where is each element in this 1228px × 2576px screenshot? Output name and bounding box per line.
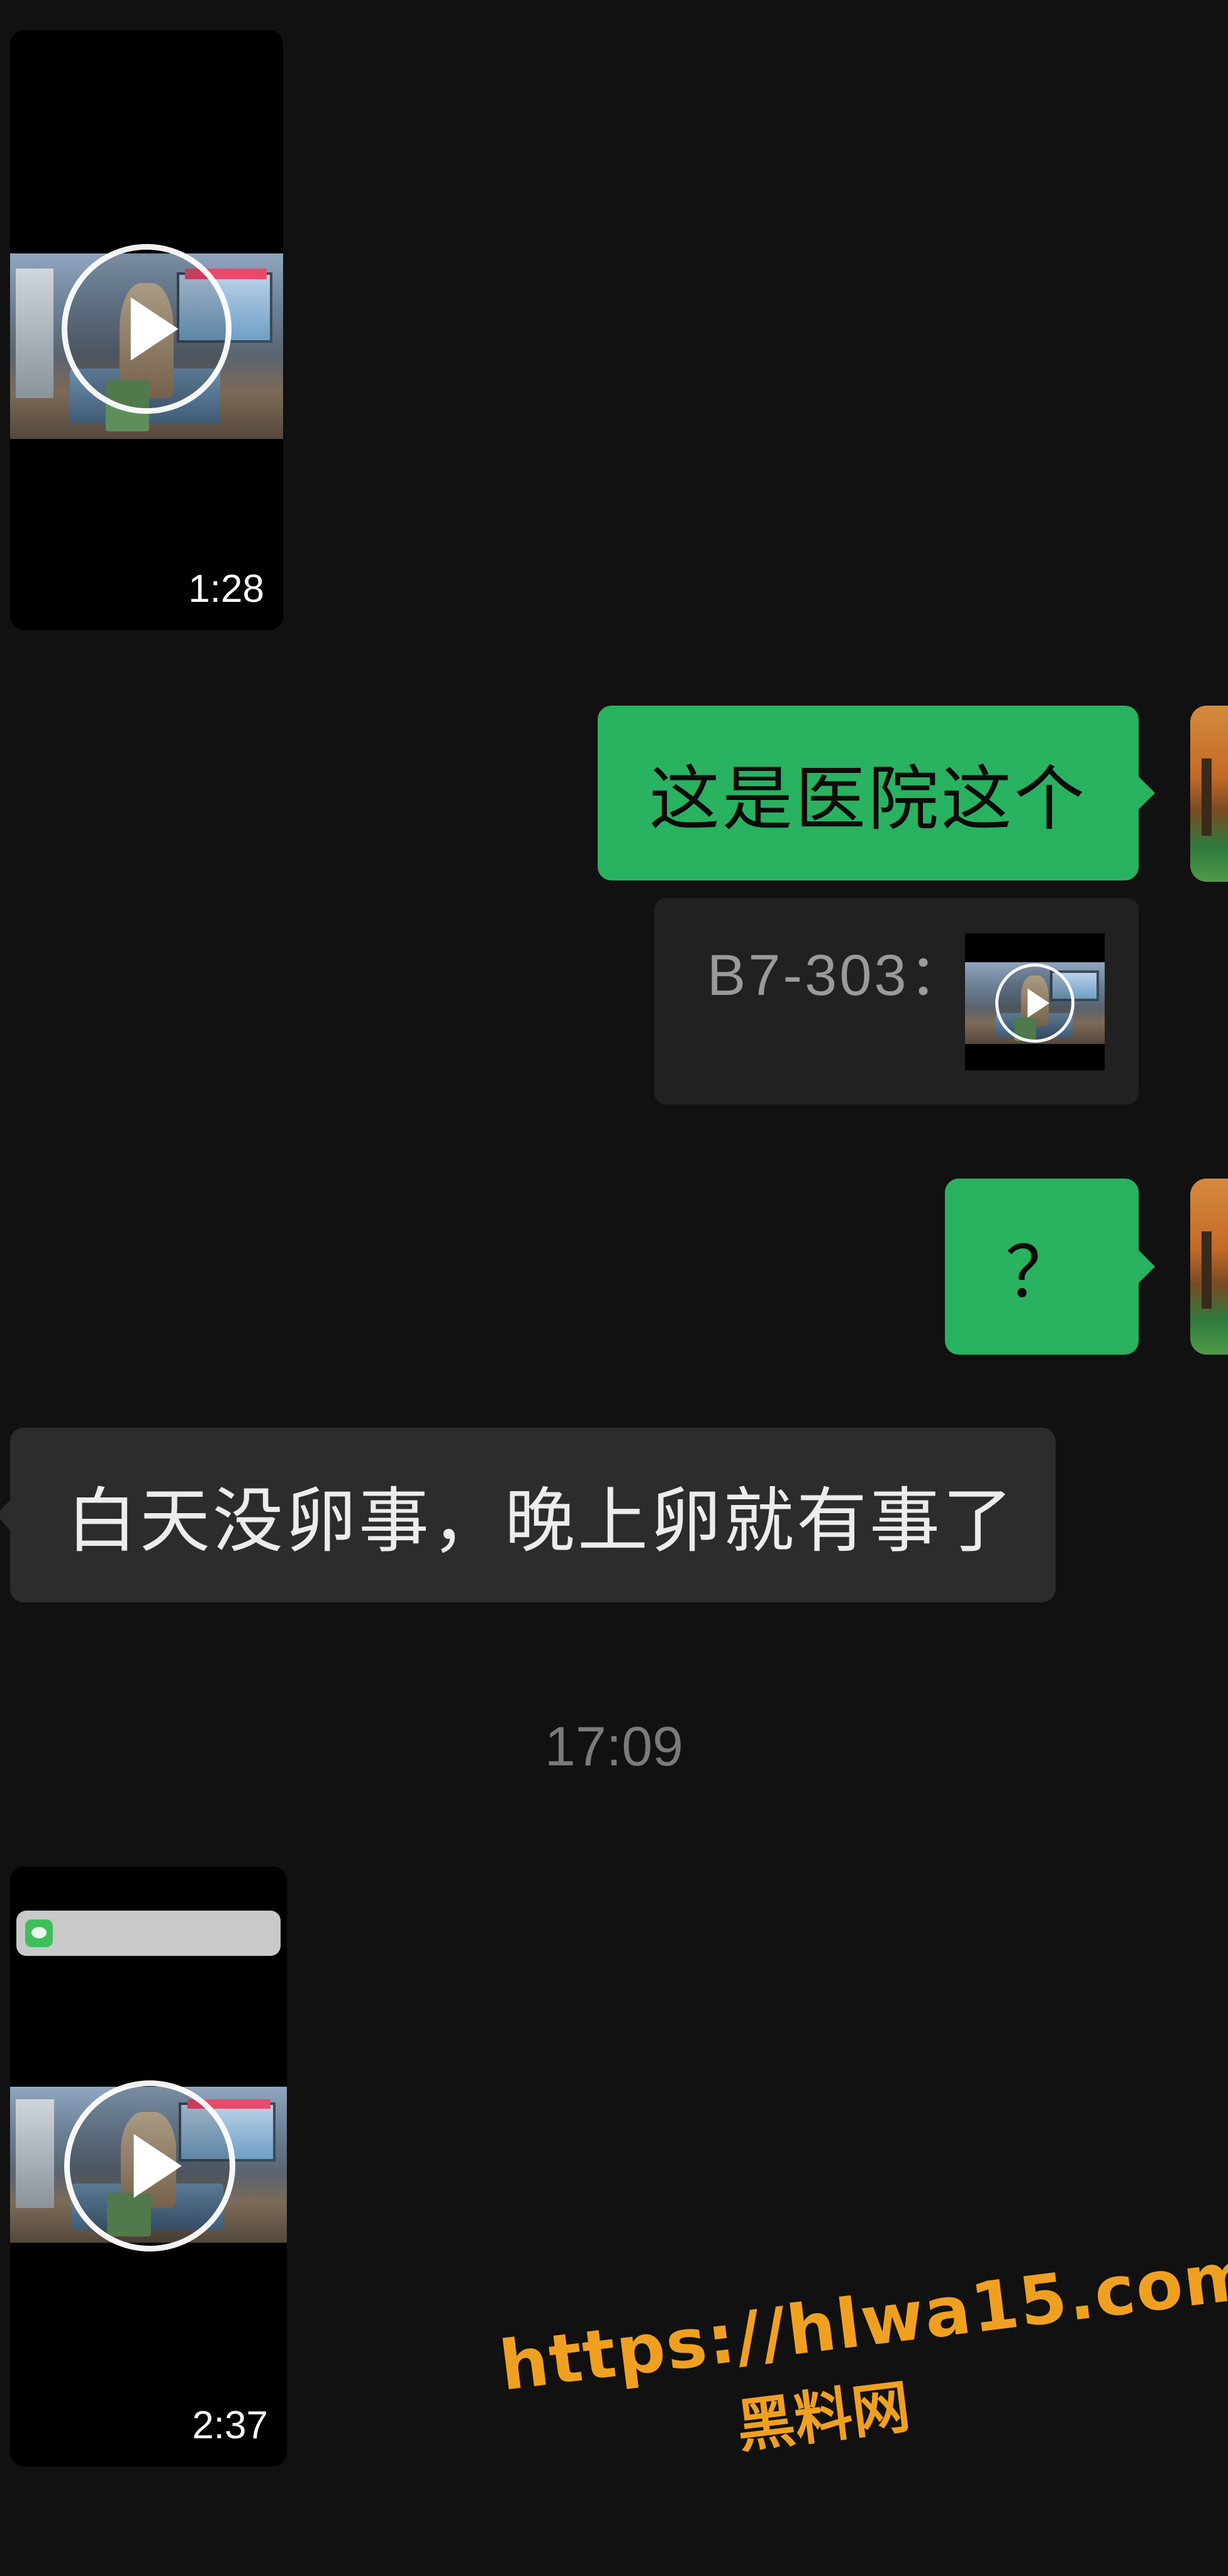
incoming-message-bubble[interactable]: 白天没卵事，晚上卵就有事了: [0, 1428, 1056, 1602]
quote-sender-label: B7-303：: [707, 943, 969, 1008]
video-message[interactable]: 2:37: [10, 1867, 287, 2467]
chat-area: 1:28 这是医院这个 B7-303： ？ 白天没卵事，晚上卵就有事了 17:0…: [0, 0, 1228, 2576]
outgoing-message-bubble[interactable]: 这是医院这个: [598, 706, 1155, 880]
notification-banner: [16, 1911, 281, 1956]
quoted-video-thumbnail[interactable]: [965, 933, 1105, 1070]
message-text: 白天没卵事，晚上卵就有事了: [67, 1480, 1015, 1562]
quoted-message[interactable]: B7-303：: [654, 898, 1139, 1104]
message-text: ？: [1005, 1232, 1078, 1314]
wechat-icon: [25, 1919, 53, 1947]
play-icon[interactable]: [62, 244, 232, 414]
message-text: 这是医院这个: [649, 758, 1087, 840]
avatar[interactable]: [1190, 1179, 1228, 1355]
video-message[interactable]: 1:28: [10, 30, 283, 630]
video-duration: 2:37: [192, 2404, 268, 2447]
avatar[interactable]: [1190, 706, 1228, 882]
message-timestamp: 17:09: [544, 1715, 684, 1777]
play-icon[interactable]: [64, 2080, 235, 2251]
video-duration: 1:28: [188, 567, 264, 611]
watermark: https://hlwa15.com 黑料网: [496, 2236, 1228, 2492]
play-icon[interactable]: [995, 963, 1074, 1043]
outgoing-message-bubble[interactable]: ？: [945, 1179, 1155, 1355]
